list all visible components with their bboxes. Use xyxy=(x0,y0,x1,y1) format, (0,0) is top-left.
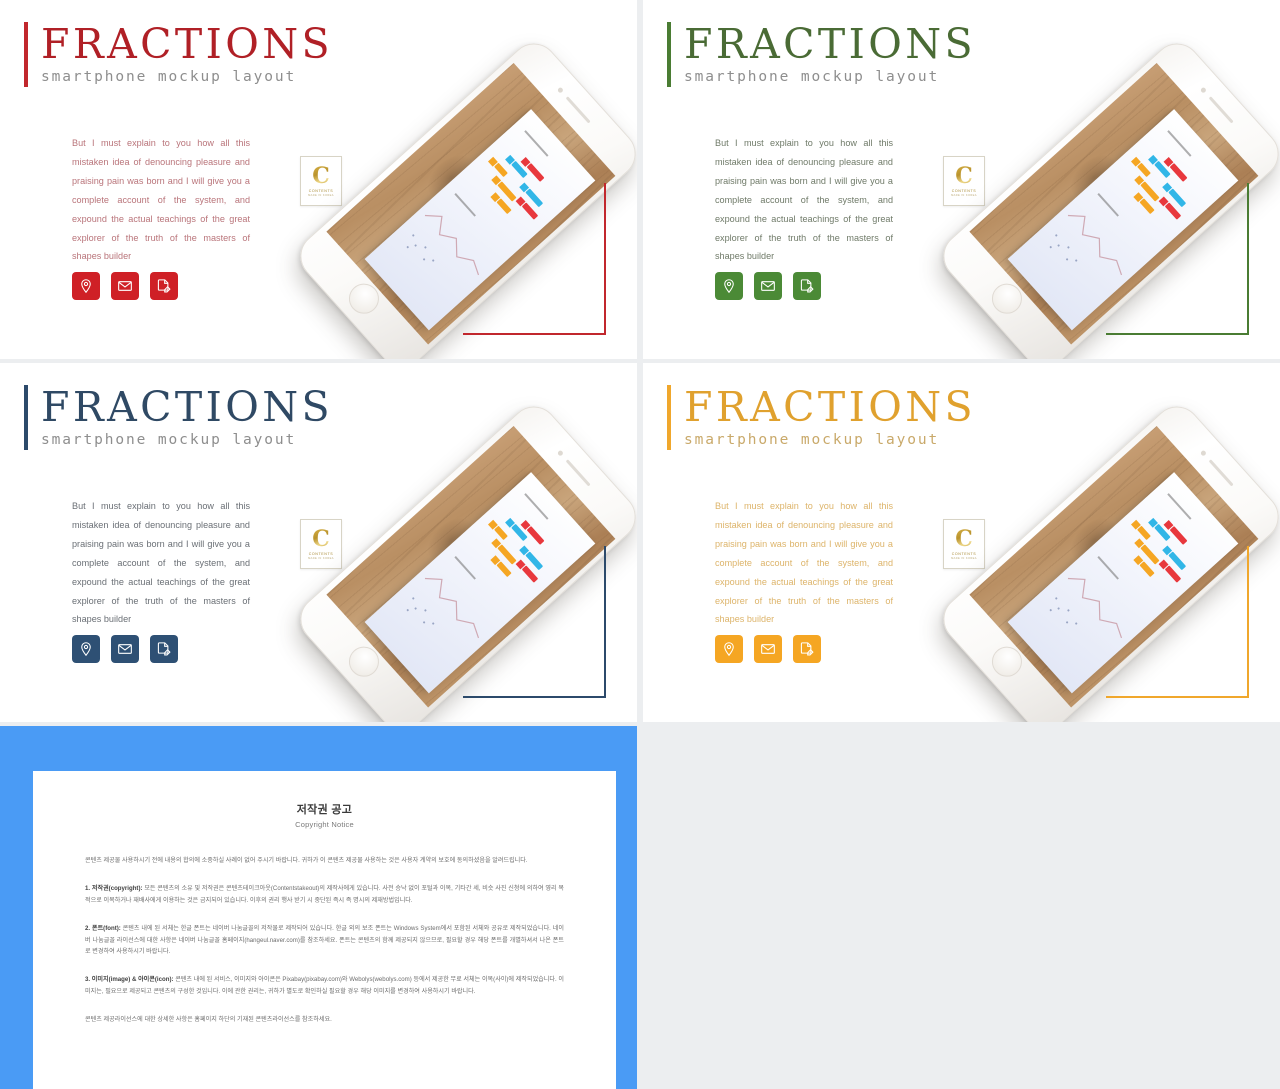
logo-subtext: MADE IN KOREA xyxy=(308,193,334,197)
logo-letter: C xyxy=(955,526,973,553)
logo-name: CONTENTS xyxy=(951,188,977,193)
location-pin-icon[interactable] xyxy=(715,635,743,663)
page-title: FRACTIONS xyxy=(41,383,334,431)
corner-accent xyxy=(463,546,606,698)
slide-header: FRACTIONS smartphone mockup layout xyxy=(667,385,976,450)
notice-header: 저작권 공고 Copyright Notice xyxy=(33,771,616,829)
phone-home-button xyxy=(985,277,1029,320)
location-pin-icon[interactable] xyxy=(715,272,743,300)
location-pin-icon[interactable] xyxy=(72,272,100,300)
body-paragraph: But I must explain to you how all this m… xyxy=(715,501,893,625)
logo-name: CONTENTS xyxy=(308,188,334,193)
phone-camera xyxy=(1199,86,1207,94)
logo-subtext: MADE IN KOREA xyxy=(951,556,977,560)
phone-home-button xyxy=(342,277,386,320)
slide-red[interactable]: FRACTIONS smartphone mockup layout But I… xyxy=(0,0,637,359)
header-accent-bar xyxy=(24,22,28,87)
logo-letter: C xyxy=(312,163,330,190)
body-paragraph: But I must explain to you how all this m… xyxy=(72,138,250,262)
document-edit-icon[interactable] xyxy=(150,635,178,663)
logo-subtext: MADE IN KOREA xyxy=(308,556,334,560)
notice-paragraph: 콘텐츠 제공물 사용하시기 전에 내용의 합의에 소중하실 사례이 없어 주시기… xyxy=(85,855,564,866)
icon-button-row xyxy=(72,635,178,663)
phone-speaker xyxy=(565,96,591,124)
envelope-icon[interactable] xyxy=(754,272,782,300)
header-accent-bar xyxy=(24,385,28,450)
corner-accent xyxy=(1106,546,1249,698)
page-title: FRACTIONS xyxy=(684,20,977,68)
brand-logo-badge: C CONTENTS MADE IN KOREA xyxy=(943,156,985,206)
location-pin-icon[interactable] xyxy=(72,635,100,663)
slide-navy[interactable]: FRACTIONS smartphone mockup layout But I… xyxy=(0,363,637,722)
document-edit-icon[interactable] xyxy=(793,635,821,663)
corner-accent xyxy=(1106,183,1249,335)
logo-name: CONTENTS xyxy=(308,551,334,556)
notice-paragraph: 3. 이미지(image) & 아이콘(icon): 콘텐츠 내에 된 서비스,… xyxy=(85,974,564,997)
envelope-icon[interactable] xyxy=(754,635,782,663)
phone-home-button xyxy=(985,640,1029,683)
slide-header: FRACTIONS smartphone mockup layout xyxy=(667,22,976,87)
envelope-icon[interactable] xyxy=(111,272,139,300)
document-edit-icon[interactable] xyxy=(793,272,821,300)
phone-speaker xyxy=(1208,459,1234,487)
page-subtitle: smartphone mockup layout xyxy=(41,432,297,448)
document-edit-icon[interactable] xyxy=(150,272,178,300)
slide-green[interactable]: FRACTIONS smartphone mockup layout But I… xyxy=(643,0,1280,359)
phone-camera xyxy=(556,86,564,94)
brand-logo-badge: C CONTENTS MADE IN KOREA xyxy=(943,519,985,569)
header-accent-bar xyxy=(667,22,671,87)
brand-logo-badge: C CONTENTS MADE IN KOREA xyxy=(300,156,342,206)
phone-camera xyxy=(556,449,564,457)
dot-texture xyxy=(1042,594,1084,637)
dot-texture xyxy=(399,594,441,637)
page-title: FRACTIONS xyxy=(684,383,977,431)
page-subtitle: smartphone mockup layout xyxy=(41,69,297,85)
notice-paragraph-text: 콘텐츠 내에 된 서체는 한글 폰트는 네이버 나눔글꼴의 저작물로 제작되어 … xyxy=(85,925,564,956)
icon-button-row xyxy=(72,272,178,300)
notice-paragraph: 콘텐츠 제공라이선스에 대한 상세한 사항은 홈페이지 하단의 기재된 콘텐츠라… xyxy=(85,1014,564,1025)
notice-paragraph: 1. 저작권(copyright): 모든 콘텐츠의 소유 및 저작권은 콘텐츠… xyxy=(85,883,564,906)
slide-orange[interactable]: FRACTIONS smartphone mockup layout But I… xyxy=(643,363,1280,722)
body-paragraph: But I must explain to you how all this m… xyxy=(715,138,893,262)
page-title: FRACTIONS xyxy=(41,20,334,68)
body-paragraph: But I must explain to you how all this m… xyxy=(72,501,250,625)
slide-deck-canvas: FRACTIONS smartphone mockup layout But I… xyxy=(0,0,1280,1089)
notice-paragraph: 2. 폰트(font): 콘텐츠 내에 된 서체는 한글 폰트는 네이버 나눔글… xyxy=(85,923,564,957)
dot-texture xyxy=(399,231,441,274)
logo-subtext: MADE IN KOREA xyxy=(951,193,977,197)
notice-body: 콘텐츠 제공물 사용하시기 전에 내용의 합의에 소중하실 사례이 없어 주시기… xyxy=(33,829,616,1026)
slide-header: FRACTIONS smartphone mockup layout xyxy=(24,22,333,87)
icon-button-row xyxy=(715,272,821,300)
notice-paragraph-heading: 3. 이미지(image) & 아이콘(icon): xyxy=(85,976,174,984)
phone-camera xyxy=(1199,449,1207,457)
page-subtitle: smartphone mockup layout xyxy=(684,432,940,448)
phone-speaker xyxy=(565,459,591,487)
notice-title-en: Copyright Notice xyxy=(295,820,354,829)
logo-name: CONTENTS xyxy=(951,551,977,556)
notice-paragraph-text: 모든 콘텐츠의 소유 및 저작권은 콘텐츠테이크아웃(Contentstakeo… xyxy=(85,885,564,904)
phone-speaker xyxy=(1208,96,1234,124)
header-accent-bar xyxy=(667,385,671,450)
notice-document: 저작권 공고 Copyright Notice 콘텐츠 제공물 사용하시기 전에… xyxy=(33,771,616,1089)
corner-accent xyxy=(463,183,606,335)
phone-home-button xyxy=(342,640,386,683)
notice-paragraph-text: 콘텐츠 제공물 사용하시기 전에 내용의 합의에 소중하실 사례이 없어 주시기… xyxy=(85,857,528,864)
brand-logo-badge: C CONTENTS MADE IN KOREA xyxy=(300,519,342,569)
envelope-icon[interactable] xyxy=(111,635,139,663)
notice-paragraph-heading: 2. 폰트(font): xyxy=(85,925,121,933)
slide-header: FRACTIONS smartphone mockup layout xyxy=(24,385,333,450)
logo-letter: C xyxy=(312,526,330,553)
slide-copyright-notice[interactable]: 저작권 공고 Copyright Notice 콘텐츠 제공물 사용하시기 전에… xyxy=(0,726,637,1089)
notice-paragraph-text: 콘텐츠 제공라이선스에 대한 상세한 사항은 홈페이지 하단의 기재된 콘텐츠라… xyxy=(85,1016,332,1024)
logo-letter: C xyxy=(955,163,973,190)
dot-texture xyxy=(1042,231,1084,274)
notice-paragraph-heading: 1. 저작권(copyright): xyxy=(85,885,143,893)
page-subtitle: smartphone mockup layout xyxy=(684,69,940,85)
icon-button-row xyxy=(715,635,821,663)
notice-title-kr: 저작권 공고 xyxy=(296,804,353,816)
